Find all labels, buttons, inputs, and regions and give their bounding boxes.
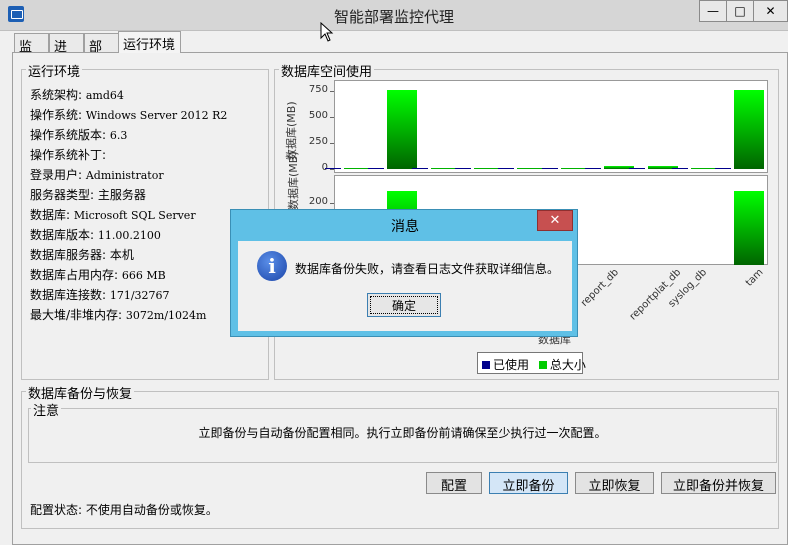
tab-monitor[interactable]: 监控 — [14, 33, 49, 74]
chart-legend: 已使用 总大小 — [477, 352, 586, 374]
info-icon: i — [257, 251, 287, 281]
env-row: 最大堆/非堆内存: 3072m/1024m — [30, 306, 206, 323]
bar-used — [411, 168, 428, 169]
bar-used — [368, 168, 385, 169]
configure-button[interactable]: 配置 — [426, 472, 482, 494]
env-row: 操作系统版本: 6.3 — [30, 126, 127, 143]
env-row: 数据库连接数: 171/32767 — [30, 286, 170, 303]
env-row: 登录用户: Administrator — [30, 166, 164, 183]
env-row-key: 服务器类型: 主服务器 — [30, 188, 146, 202]
legend-total-label: 总大小 — [549, 358, 586, 372]
y-tick-label: 500 — [308, 110, 328, 122]
env-row-value: Windows Server 2012 R2 — [85, 109, 228, 122]
config-status: 配置状态: 不使用自动备份或恢复。 — [30, 503, 218, 517]
env-row-value: Administrator — [85, 169, 164, 182]
bar-used — [585, 167, 602, 169]
env-row: 服务器类型: 主服务器 — [30, 186, 146, 203]
bar-total — [734, 191, 765, 265]
maximize-button[interactable]: □ — [726, 0, 754, 22]
message-dialog[interactable]: 消息 ✕ i 数据库备份失败，请查看日志文件获取详细信息。 确定 — [230, 209, 578, 337]
bar-used — [541, 168, 558, 169]
bar-used — [454, 168, 471, 169]
env-row-value: 666 MB — [121, 269, 166, 282]
bar-used — [498, 168, 515, 169]
env-row: 数据库占用内存: 666 MB — [30, 266, 166, 283]
dialog-close-button[interactable]: ✕ — [537, 210, 573, 231]
bar-used — [628, 167, 645, 169]
dialog-ok-button[interactable]: 确定 — [367, 293, 441, 317]
bar-total — [734, 90, 765, 169]
env-row-value: amd64 — [85, 89, 124, 102]
legend-total-swatch — [538, 361, 547, 369]
env-row-value: 3072m/1024m — [125, 309, 207, 322]
dialog-message: 数据库备份失败，请查看日志文件获取详细信息。 — [295, 262, 560, 276]
mouse-cursor-icon — [320, 22, 334, 42]
env-row: 数据库: Microsoft SQL Server — [30, 206, 196, 223]
env-group-title: 运行环境 — [26, 61, 83, 80]
note-title: 注意 — [31, 400, 62, 419]
env-row-key: 数据库服务器: 本机 — [30, 248, 134, 262]
env-row-key: 最大堆/非堆内存: — [30, 308, 126, 322]
env-row: 数据库版本: 11.00.2100 — [30, 226, 161, 243]
env-row-key: 操作系统版本: — [30, 128, 110, 142]
env-row: 系统架构: amd64 — [30, 86, 124, 103]
env-row: 操作系统补丁: — [30, 146, 106, 163]
y-tick-mark — [330, 203, 334, 204]
env-row-key: 数据库版本: — [30, 228, 98, 242]
bar-total — [387, 90, 418, 169]
y-tick-mark — [330, 117, 334, 118]
chart-bottom-ylabel: 数据库(MB) — [287, 151, 300, 210]
dialog-body: i 数据库备份失败，请查看日志文件获取详细信息。 确定 — [238, 241, 572, 331]
minimize-button[interactable]: — — [699, 0, 727, 22]
env-row: 数据库服务器: 本机 — [30, 246, 134, 263]
bar-used — [671, 168, 688, 169]
note-text: 立即备份与自动备份配置相同。执行立即备份前请确保至少执行过一次配置。 — [198, 426, 607, 440]
env-row-key: 系统架构: — [30, 88, 86, 102]
db-space-group-title: 数据库空间使用 — [279, 61, 375, 80]
backup-and-restore-button[interactable]: 立即备份并恢复 — [661, 472, 776, 494]
env-row: 操作系统: Windows Server 2012 R2 — [30, 106, 227, 123]
dialog-title: 消息 — [391, 219, 419, 235]
env-row-key: 操作系统补丁: — [30, 148, 107, 162]
tab-process[interactable]: 进程 — [49, 33, 84, 74]
env-row-key: 数据库占用内存: — [30, 268, 122, 282]
y-tick-mark — [330, 143, 334, 144]
legend-used-swatch — [482, 361, 490, 369]
y-tick-label: 750 — [308, 84, 328, 96]
env-row-value: Microsoft SQL Server — [73, 209, 196, 222]
env-row-key: 数据库连接数: — [30, 288, 110, 302]
bar-used — [324, 168, 341, 169]
tab-runtime-env[interactable]: 运行环境 — [118, 31, 181, 53]
y-tick-mark — [330, 91, 334, 92]
y-tick-label: 200 — [308, 196, 328, 208]
y-tick-label: 250 — [308, 136, 328, 148]
window-title: 智能部署监控代理 — [333, 8, 454, 26]
y-tick-mark — [330, 169, 334, 170]
env-row-value: 11.00.2100 — [97, 229, 161, 242]
bar-used — [715, 168, 732, 169]
backup-now-button[interactable]: 立即备份 — [489, 472, 568, 494]
env-row-key: 登录用户: — [30, 168, 86, 182]
close-button[interactable]: ✕ — [753, 0, 788, 22]
legend-used-label: 已使用 — [493, 358, 530, 372]
env-row-key: 操作系统: — [30, 108, 86, 122]
env-row-key: 数据库: — [30, 208, 74, 222]
tab-deploy[interactable]: 部署 — [84, 33, 119, 74]
env-row-value: 171/32767 — [109, 289, 170, 302]
env-row-value: 6.3 — [109, 129, 128, 142]
restore-now-button[interactable]: 立即恢复 — [575, 472, 654, 494]
